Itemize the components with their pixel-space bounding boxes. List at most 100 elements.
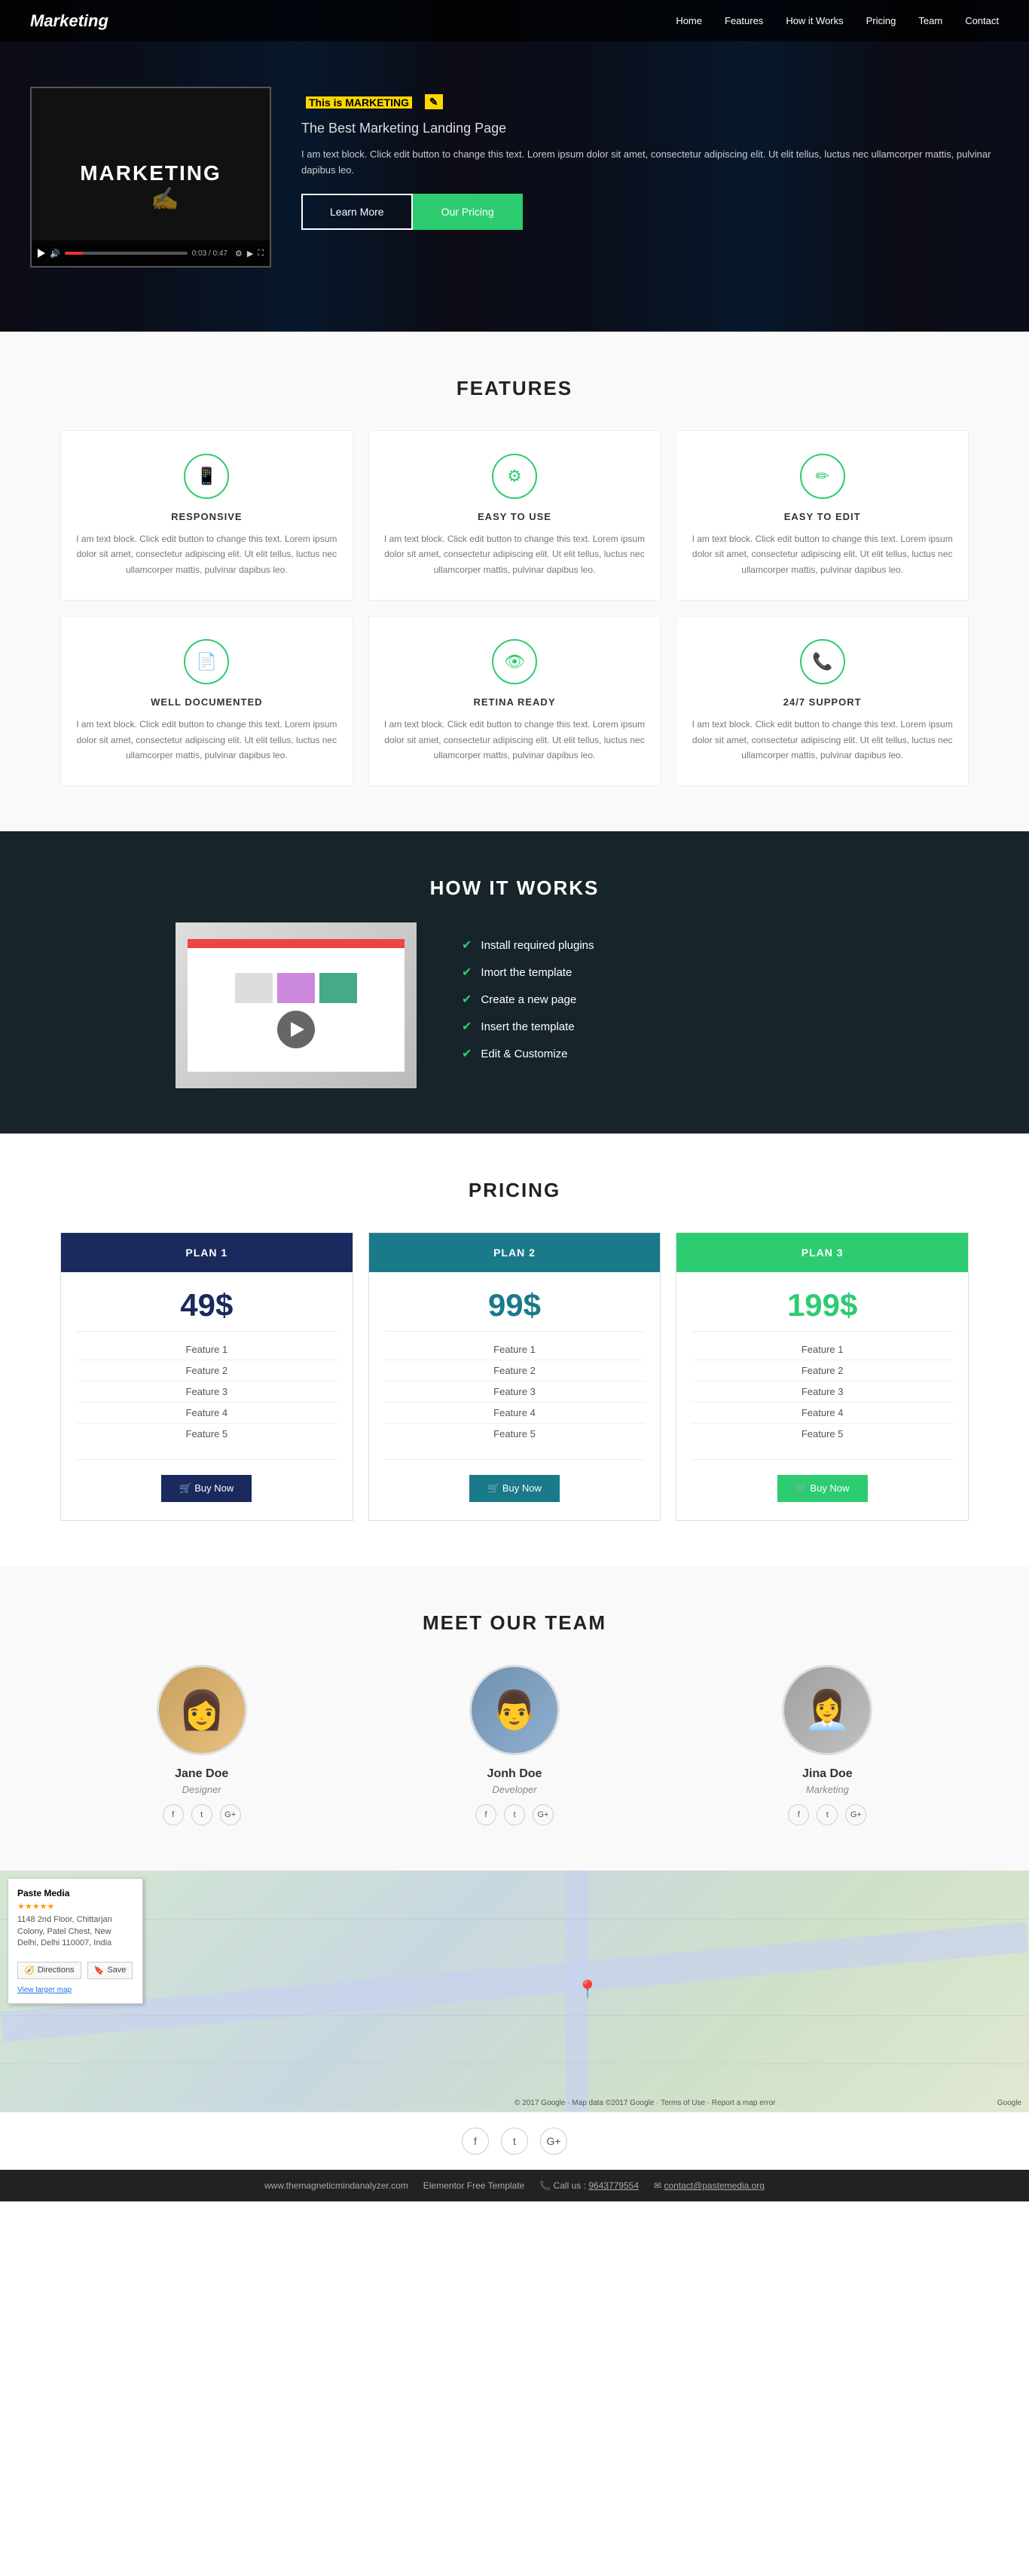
map-company-name: Paste Media — [17, 1888, 133, 1898]
map-address: 1148 2nd Floor, Chittarjan Colony, Patel… — [17, 1914, 133, 1949]
nav-team[interactable]: Team — [918, 15, 942, 26]
volume-icon[interactable]: 🔊 — [50, 249, 60, 259]
jane-role: Designer — [60, 1784, 343, 1795]
features-section: FEATURES 📱 RESPONSIVE I am text block. C… — [0, 332, 1029, 831]
fullscreen-icon[interactable]: ⛶ — [258, 249, 264, 259]
edit-badge: ✎ — [425, 94, 443, 109]
plan3-price: 199$ — [676, 1272, 968, 1331]
settings-icon[interactable]: ⚙ — [235, 249, 243, 259]
save-button[interactable]: 🔖 Save — [87, 1962, 133, 1979]
plan3-feature-1: Feature 1 — [692, 1339, 953, 1360]
plan1-feature-1: Feature 1 — [76, 1339, 337, 1360]
footer-email-link[interactable]: contact@pastemedia.org — [664, 2180, 765, 2191]
footer-template-label: Elementor Free Template — [423, 2180, 525, 2191]
feature-title-documented: WELL DOCUMENTED — [76, 696, 337, 708]
jane-twitter-icon[interactable]: t — [191, 1804, 212, 1825]
nav-home[interactable]: Home — [676, 15, 702, 26]
step-install-text: Install required plugins — [481, 939, 594, 952]
nav-brand: Marketing — [30, 11, 108, 31]
plan2-feature-1: Feature 1 — [384, 1339, 646, 1360]
plan2-buy-button[interactable]: 🛒 Buy Now — [469, 1475, 560, 1502]
our-pricing-button[interactable]: Our Pricing — [413, 194, 523, 230]
plan2-features: Feature 1 Feature 2 Feature 3 Feature 4 … — [384, 1331, 646, 1460]
map-stars: ★★★★★ — [17, 1901, 133, 1911]
footer-phone-link[interactable]: 9643779554 — [588, 2180, 639, 2191]
plan3-buy-button[interactable]: 🛒 Buy Now — [777, 1475, 868, 1502]
features-title: FEATURES — [60, 377, 969, 400]
map-placeholder: 📍 Paste Media ★★★★★ 1148 2nd Floor, Chit… — [0, 1871, 1029, 2112]
footer-twitter-icon[interactable]: t — [501, 2128, 528, 2155]
hero-video-title: MARKETING — [80, 161, 221, 185]
directions-button[interactable]: 🧭 Directions — [17, 1962, 81, 1979]
responsive-icon: 📱 — [184, 454, 229, 499]
hero-section: MARKETING ✍ 🔊 0:03 / 0:47 ⚙ ▶ ⛶ — [0, 0, 1029, 332]
jonh-facebook-icon[interactable]: f — [475, 1804, 496, 1825]
step-import: ✔ Imort the template — [462, 965, 594, 980]
nav-features[interactable]: Features — [725, 15, 763, 26]
feature-title-responsive: RESPONSIVE — [76, 511, 337, 522]
support-icon: 📞 — [800, 639, 845, 684]
feature-card-documented: 📄 WELL DOCUMENTED I am text block. Click… — [60, 616, 353, 786]
how-title: HOW IT WORKS — [430, 877, 600, 900]
jina-gplus-icon[interactable]: G+ — [845, 1804, 866, 1825]
jina-facebook-icon[interactable]: f — [788, 1804, 809, 1825]
jane-facebook-icon[interactable]: f — [163, 1804, 184, 1825]
nav-pricing[interactable]: Pricing — [866, 15, 896, 26]
plan2-feature-5: Feature 5 — [384, 1424, 646, 1444]
nav-how[interactable]: How it Works — [786, 15, 843, 26]
feature-title-easy-use: EASY TO USE — [384, 511, 646, 522]
map-road-horizontal — [1, 1923, 1028, 2042]
play-triangle-icon — [291, 1022, 304, 1037]
jina-avatar: 👩‍💼 — [782, 1665, 872, 1755]
jane-social: f t G+ — [60, 1804, 343, 1825]
plan1-feature-2: Feature 2 — [76, 1360, 337, 1381]
map-grid-line-2 — [0, 2015, 1029, 2016]
hero-video: MARKETING ✍ 🔊 0:03 / 0:47 ⚙ ▶ ⛶ — [30, 87, 271, 268]
hero-text: This is MARKETING ✎ The Best Marketing L… — [301, 87, 999, 268]
jina-twitter-icon[interactable]: t — [817, 1804, 838, 1825]
feature-card-responsive: 📱 RESPONSIVE I am text block. Click edit… — [60, 430, 353, 601]
feature-desc-easy-edit: I am text block. Click edit button to ch… — [692, 531, 953, 577]
check-icon-install: ✔ — [462, 938, 472, 953]
feature-card-easy-use: ⚙ EASY TO USE I am text block. Click edi… — [368, 430, 661, 601]
play-circle[interactable] — [277, 1011, 315, 1048]
map-larger-link: View larger map — [17, 1985, 133, 1994]
jina-role: Marketing — [686, 1784, 969, 1795]
features-grid: 📱 RESPONSIVE I am text block. Click edit… — [60, 430, 969, 786]
jonh-gplus-icon[interactable]: G+ — [533, 1804, 554, 1825]
step-import-text: Imort the template — [481, 966, 572, 979]
plan1-price: 49$ — [61, 1272, 353, 1331]
jonh-twitter-icon[interactable]: t — [504, 1804, 525, 1825]
footer-gplus-icon[interactable]: G+ — [540, 2128, 567, 2155]
plan3-header: PLAN 3 — [676, 1233, 968, 1272]
jane-gplus-icon[interactable]: G+ — [220, 1804, 241, 1825]
plan2-feature-3: Feature 3 — [384, 1381, 646, 1403]
footer-facebook-icon[interactable]: f — [462, 2128, 489, 2155]
check-icon-insert: ✔ — [462, 1019, 472, 1034]
team-member-jina: 👩‍💼 Jina Doe Marketing f t G+ — [686, 1665, 969, 1825]
plan1-feature-5: Feature 5 — [76, 1424, 337, 1444]
map-copyright: © 2017 Google · Map data ©2017 Google · … — [514, 2099, 775, 2107]
save-label: Save — [107, 1966, 126, 1975]
team-grid: 👩 Jane Doe Designer f t G+ 👨 Jonh Doe De… — [60, 1665, 969, 1825]
jonh-social: f t G+ — [373, 1804, 655, 1825]
hero-buttons: Learn More Our Pricing — [301, 194, 999, 230]
progress-bar[interactable] — [65, 252, 188, 255]
learn-more-button[interactable]: Learn More — [301, 194, 413, 230]
navbar: Marketing Home Features How it Works Pri… — [0, 0, 1029, 41]
step-create-text: Create a new page — [481, 993, 576, 1006]
map-pin: 📍 — [576, 1979, 599, 2001]
plan1-feature-3: Feature 3 — [76, 1381, 337, 1403]
nav-contact[interactable]: Contact — [965, 15, 999, 26]
play-button[interactable] — [38, 249, 45, 258]
youtube-icon[interactable]: ▶ — [247, 249, 253, 259]
jane-avatar: 👩 — [157, 1665, 247, 1755]
view-larger-map-link[interactable]: View larger map — [17, 1986, 72, 1994]
google-label: Google — [997, 2099, 1021, 2107]
feature-card-support: 📞 24/7 SUPPORT I am text block. Click ed… — [676, 616, 969, 786]
check-icon-import: ✔ — [462, 965, 472, 980]
pricing-title: PRICING — [60, 1179, 969, 1202]
plan1-buy-button[interactable]: 🛒 Buy Now — [161, 1475, 252, 1502]
pen-icon: ✍ — [151, 186, 179, 213]
hero-heading: This is MARKETING ✎ — [301, 87, 999, 115]
